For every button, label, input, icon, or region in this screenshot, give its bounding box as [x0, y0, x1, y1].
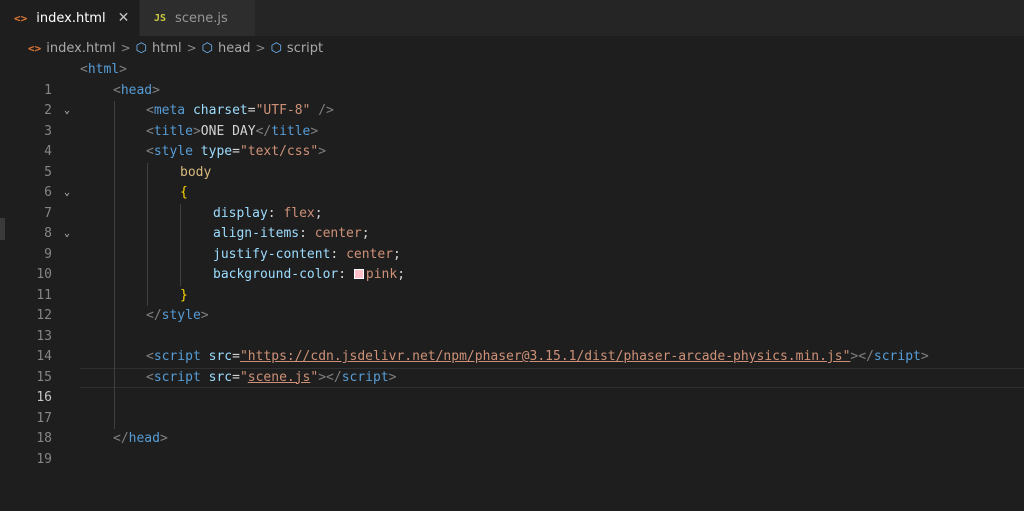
indent-guide [147, 183, 148, 204]
tab-bar: <> index.html ✕ JS scene.js [0, 0, 1024, 36]
indent-guide [180, 265, 181, 286]
indent-guide [114, 347, 115, 368]
chevron-right-icon: > [255, 41, 266, 55]
chevron-right-icon: > [120, 41, 131, 55]
code-text: display: flex; [213, 205, 323, 221]
code-text: <html> [80, 62, 127, 77]
indent-guide [147, 265, 148, 286]
code-line[interactable]: 9 align-items: center; [0, 224, 1024, 262]
cube-icon: ⬡ [135, 40, 147, 56]
indent-guide [114, 244, 115, 265]
code-line[interactable]: 7 ⌄ { [0, 183, 1024, 239]
breadcrumb-label: script [286, 40, 324, 56]
indent-guide [147, 203, 148, 224]
code-line[interactable]: 19 </head> [0, 429, 1024, 467]
html-file-icon: <> [14, 11, 28, 25]
code-text: background-color: pink; [213, 267, 406, 282]
code-line[interactable]: 15 <script src="https://cdn.jsdelivr.net… [0, 347, 1024, 385]
code-text: <style type="text/css"> [146, 144, 327, 159]
breadcrumb-label: head [218, 40, 251, 56]
indent-guide [114, 121, 115, 142]
code-text: body [180, 164, 212, 180]
breadcrumb-label: html [151, 40, 182, 56]
indent-guide [114, 203, 115, 224]
code-text: } [180, 287, 188, 303]
code-text: </style> [146, 308, 209, 323]
cube-icon: ⬡ [201, 40, 214, 56]
indent-guide [147, 244, 148, 265]
tab-label: scene.js [175, 10, 228, 26]
indent-guide [180, 224, 181, 245]
code-line[interactable]: 4 <title>ONE DAY</title> [0, 121, 1024, 159]
breadcrumb-file-label: index.html [46, 40, 116, 56]
code-line[interactable]: 5 ⌄ <style type="text/css"> [0, 142, 1024, 198]
code-line[interactable]: 11 background-color: pink; [0, 265, 1024, 303]
code-line[interactable]: 3 <meta charset="UTF-8" /> [0, 101, 1024, 139]
code-text: <title>ONE DAY</title> [146, 123, 319, 139]
code-text: </head> [113, 431, 168, 446]
indent-guide [114, 142, 115, 163]
breadcrumb: <> index.html > ⬡ html > ⬡ head > ⬡ scri… [0, 36, 1024, 60]
code-text: <script src="https://cdn.jsdelivr.net/np… [146, 349, 929, 364]
code-line[interactable]: 6 body [0, 162, 1024, 200]
code-editor[interactable]: 1 ⌄ <html> 2 <head> 3 <meta charset="UTF… [0, 60, 1024, 467]
indent-guide [180, 244, 181, 265]
indent-guide [114, 162, 115, 183]
indent-guide [147, 285, 148, 306]
close-icon[interactable]: ✕ [118, 10, 130, 26]
indent-guide [114, 367, 115, 388]
code-line-current[interactable]: 16 <script src="scene.js"></script> [0, 367, 1024, 405]
code-text: justify-content: center; [213, 246, 401, 262]
indent-guide [147, 162, 148, 183]
indent-guide [114, 285, 115, 306]
indent-guide [114, 408, 115, 429]
indent-guide [114, 306, 115, 327]
chevron-right-icon: > [186, 41, 197, 55]
breadcrumb-file[interactable]: <> index.html [28, 41, 116, 56]
indent-guide [147, 224, 148, 245]
code-line[interactable]: 10 justify-content: center; [0, 244, 1024, 282]
indent-guide [114, 224, 115, 245]
code-line[interactable]: 1 ⌄ <html> [0, 60, 1024, 116]
breadcrumb-script[interactable]: ⬡ script [271, 41, 324, 56]
tab-label: index.html [36, 10, 106, 26]
cube-icon: ⬡ [270, 40, 282, 56]
code-text: <head> [113, 82, 160, 98]
code-text: align-items: center; [213, 226, 370, 241]
html-file-icon: <> [28, 41, 42, 55]
tab-index-html[interactable]: <> index.html ✕ [0, 0, 140, 36]
code-text: <meta charset="UTF-8" /> [146, 103, 334, 118]
indent-guide [114, 265, 115, 286]
code-line[interactable]: 12 } [0, 285, 1024, 323]
color-swatch[interactable] [353, 269, 364, 279]
indent-guide [114, 101, 115, 122]
line-number: 19 [36, 451, 52, 467]
code-line[interactable]: 18 [0, 408, 1024, 446]
code-line[interactable]: 14 [0, 326, 1024, 364]
code-line[interactable]: 8 display: flex; [0, 203, 1024, 241]
indent-guide [180, 203, 181, 224]
code-text: { [180, 185, 188, 200]
indent-guide [114, 326, 115, 347]
indent-guide [114, 183, 115, 204]
code-line[interactable]: 13 </style> [0, 306, 1024, 344]
breadcrumb-head[interactable]: ⬡ head [202, 41, 251, 56]
code-text: <script src="scene.js"></script> [146, 369, 397, 385]
indent-guide [114, 388, 115, 409]
code-line[interactable]: 17 [0, 388, 1024, 426]
tab-scene-js[interactable]: JS scene.js [140, 0, 256, 36]
code-line[interactable]: 2 <head> [0, 81, 1024, 119]
js-file-icon: JS [154, 12, 167, 24]
breadcrumb-html[interactable]: ⬡ html [136, 41, 182, 56]
